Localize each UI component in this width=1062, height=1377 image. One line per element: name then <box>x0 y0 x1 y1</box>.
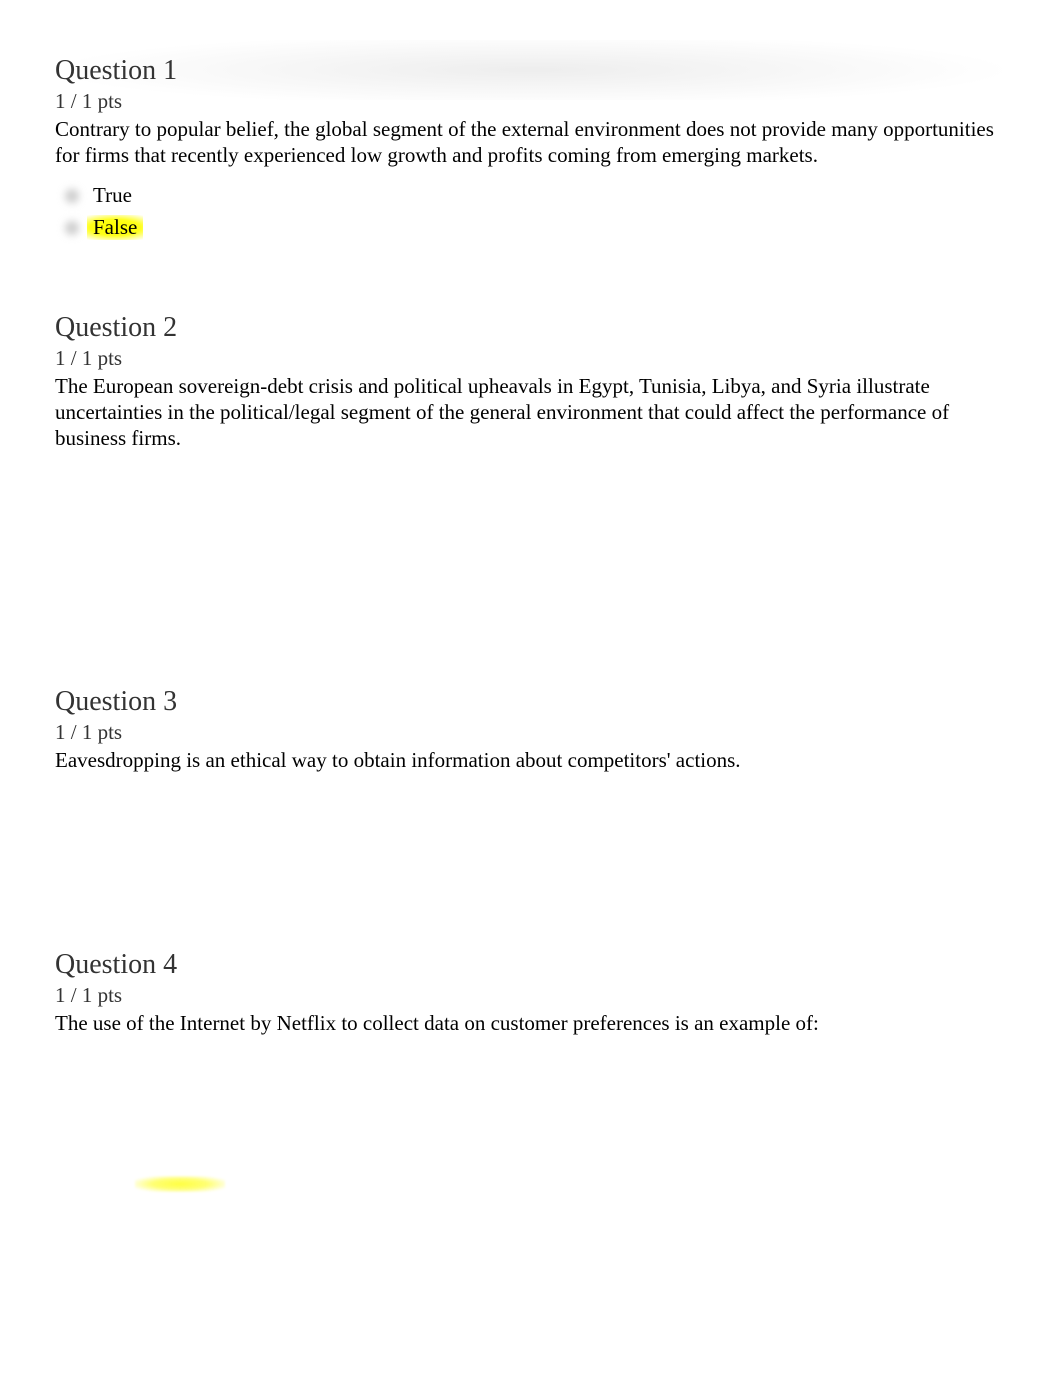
question-text: The European sovereign-debt crisis and p… <box>55 373 1007 452</box>
question-block-3: Question 3 1 / 1 pts Eavesdropping is an… <box>0 666 1062 928</box>
question-points: 1 / 1 pts <box>55 983 1007 1008</box>
question-points: 1 / 1 pts <box>55 89 1007 114</box>
question-points: 1 / 1 pts <box>55 720 1007 745</box>
question-title: Question 3 <box>55 686 1007 718</box>
radio-icon <box>59 183 85 209</box>
question-block-1: Question 1 1 / 1 pts Contrary to popular… <box>0 0 1062 272</box>
question-points: 1 / 1 pts <box>55 346 1007 371</box>
answer-label-false: False <box>89 215 141 240</box>
content-spacer <box>55 774 1007 904</box>
question-title: Question 4 <box>55 949 1007 981</box>
radio-icon <box>59 215 85 241</box>
answer-label-true: True <box>89 183 136 208</box>
question-text: Contrary to popular belief, the global s… <box>55 116 1007 169</box>
question-header: Question 3 1 / 1 pts <box>55 686 1007 745</box>
answer-list: True False <box>59 183 1007 241</box>
question-text: Eavesdropping is an ethical way to obtai… <box>55 747 1007 773</box>
answer-option-true[interactable]: True <box>59 183 1007 209</box>
question-title: Question 2 <box>55 312 1007 344</box>
question-header: Question 2 1 / 1 pts <box>55 312 1007 371</box>
question-header: Question 1 1 / 1 pts <box>55 55 1007 114</box>
question-title: Question 1 <box>55 55 1007 87</box>
content-spacer <box>55 451 1007 641</box>
question-header: Question 4 1 / 1 pts <box>55 949 1007 1008</box>
highlight-blur <box>135 1176 225 1192</box>
question-text: The use of the Internet by Netflix to co… <box>55 1010 1007 1036</box>
question-block-4: Question 4 1 / 1 pts The use of the Inte… <box>0 929 1062 1202</box>
question-block-2: Question 2 1 / 1 pts The European sovere… <box>0 272 1062 667</box>
answer-option-false[interactable]: False <box>59 215 1007 241</box>
